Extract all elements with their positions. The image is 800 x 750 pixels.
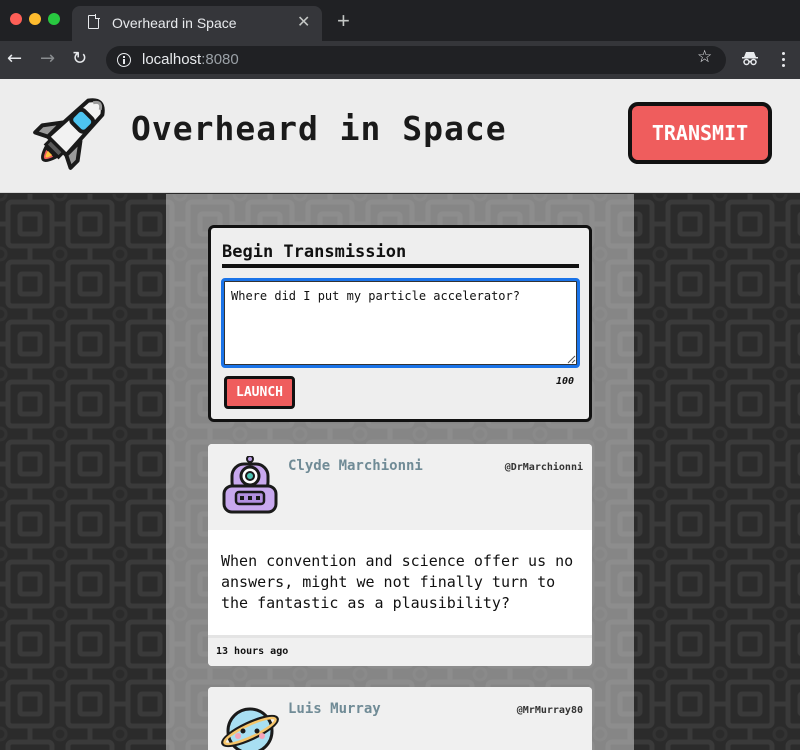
tab-title: Overheard in Space bbox=[112, 15, 237, 31]
robot-avatar bbox=[222, 456, 278, 514]
compose-title: Begin Transmission bbox=[222, 242, 407, 262]
page-viewport: Overheard in Space TRANSMIT Begin Transm… bbox=[0, 79, 800, 750]
app-header: Overheard in Space TRANSMIT bbox=[0, 79, 800, 193]
site-info-icon[interactable] bbox=[117, 53, 131, 67]
close-window-button[interactable] bbox=[10, 13, 22, 25]
more-menu-icon[interactable] bbox=[776, 50, 790, 68]
forward-arrow-icon[interactable]: → bbox=[40, 48, 55, 70]
post-card: Clyde Marchionni @DrMarchionni When conv… bbox=[208, 444, 592, 666]
reload-icon[interactable]: ↻ bbox=[72, 48, 87, 70]
post-card: Luis Murray @MrMurray80 bbox=[208, 687, 592, 750]
incognito-icon[interactable] bbox=[741, 49, 759, 67]
browser-tabbar: Overheard in Space ✕ + bbox=[0, 0, 800, 41]
compose-panel: Begin Transmission Where did I put my pa… bbox=[208, 225, 592, 422]
maximize-window-button[interactable] bbox=[48, 13, 60, 25]
url-text[interactable]: localhost:8080 bbox=[142, 51, 239, 68]
post-author-handle[interactable]: @MrMurray80 bbox=[517, 705, 583, 716]
planet-avatar bbox=[221, 707, 279, 750]
post-author-handle[interactable]: @DrMarchionni bbox=[505, 462, 583, 473]
app-title: Overheard in Space bbox=[131, 109, 507, 148]
post-author-name[interactable]: Clyde Marchionni bbox=[288, 458, 423, 474]
page-icon bbox=[88, 14, 100, 29]
resize-handle-icon[interactable] bbox=[567, 355, 576, 364]
transmission-input[interactable]: Where did I put my particle accelerator? bbox=[221, 278, 580, 368]
back-arrow-icon[interactable]: ← bbox=[7, 48, 22, 70]
post-footer: 13 hours ago bbox=[208, 635, 592, 666]
divider bbox=[222, 264, 579, 268]
address-bar[interactable]: localhost:8080 bbox=[106, 46, 726, 74]
launch-button[interactable]: LAUNCH bbox=[224, 376, 295, 409]
post-author-name[interactable]: Luis Murray bbox=[288, 701, 381, 717]
new-tab-button[interactable]: + bbox=[337, 8, 350, 34]
post-header: Clyde Marchionni @DrMarchionni bbox=[208, 444, 592, 530]
post-timestamp: 13 hours ago bbox=[216, 646, 289, 657]
rocket-icon bbox=[33, 98, 105, 170]
browser-tab[interactable]: Overheard in Space ✕ bbox=[72, 6, 322, 41]
character-count: 100 bbox=[556, 376, 575, 387]
browser-toolbar: ← → ↻ localhost:8080 ☆ bbox=[0, 41, 800, 79]
url-port: :8080 bbox=[201, 51, 239, 68]
minimize-window-button[interactable] bbox=[29, 13, 41, 25]
close-tab-icon[interactable]: ✕ bbox=[297, 12, 310, 32]
transmit-button[interactable]: TRANSMIT bbox=[628, 102, 772, 164]
post-header: Luis Murray @MrMurray80 bbox=[208, 687, 592, 750]
bookmark-star-icon[interactable]: ☆ bbox=[697, 47, 712, 67]
url-host: localhost bbox=[142, 51, 202, 68]
post-body: When convention and science offer us no … bbox=[221, 552, 574, 612]
